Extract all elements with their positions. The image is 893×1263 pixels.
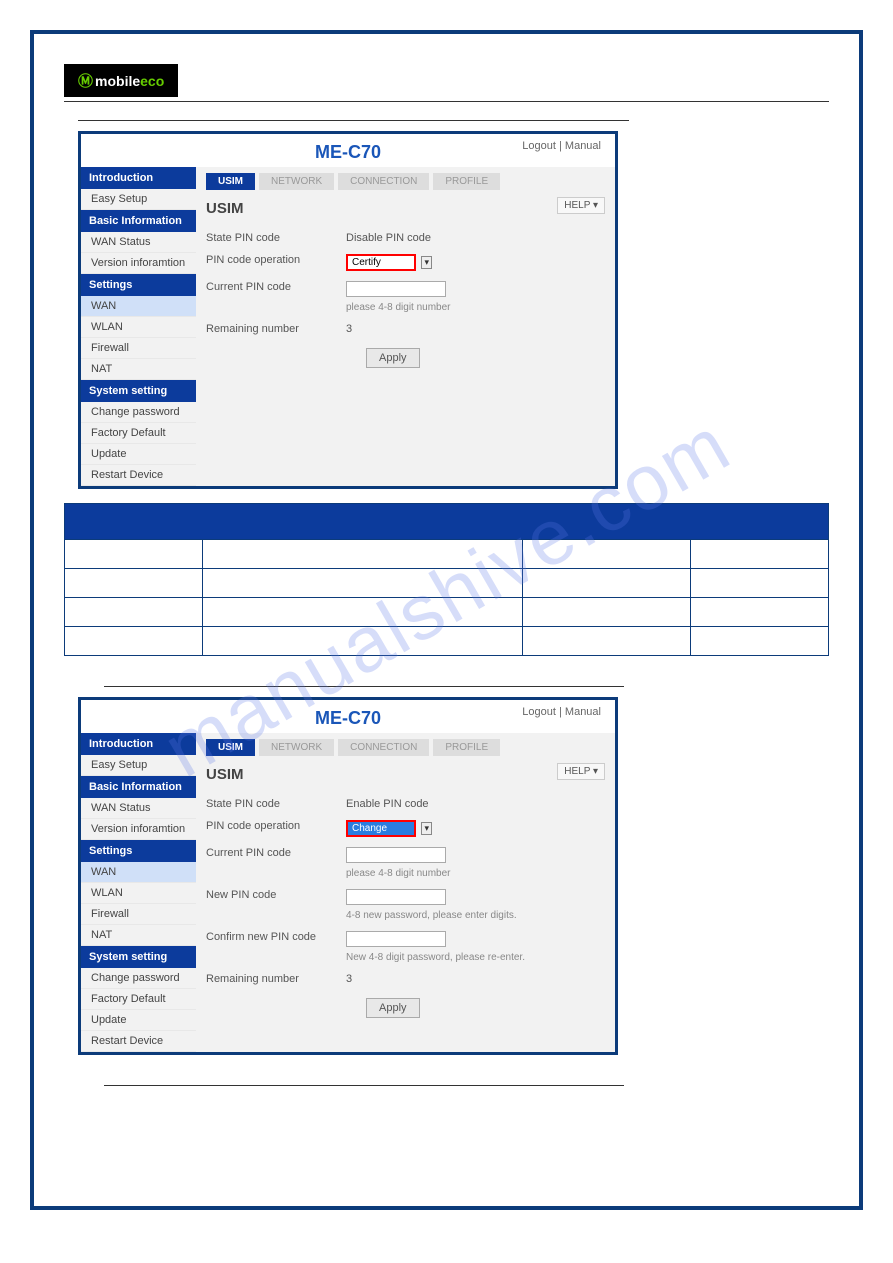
- sidebar-item-easy-setup[interactable]: Easy Setup: [81, 755, 196, 776]
- current-pin-input[interactable]: [346, 281, 446, 297]
- chevron-down-icon[interactable]: ▾: [421, 256, 432, 269]
- confirm-pin-label: Confirm new PIN code: [206, 931, 346, 943]
- pin-op-label: PIN code operation: [206, 820, 346, 832]
- header-links[interactable]: Logout | Manual: [522, 140, 601, 152]
- divider: [64, 101, 829, 102]
- info-table: [64, 503, 829, 656]
- sidebar-item-update[interactable]: Update: [81, 1010, 196, 1031]
- sidebar-item-wan[interactable]: WAN: [81, 296, 196, 317]
- apply-button[interactable]: Apply: [366, 998, 420, 1018]
- sidebar: Introduction Easy Setup Basic Informatio…: [81, 733, 196, 1052]
- apply-button[interactable]: Apply: [366, 348, 420, 368]
- sidebar-head-system[interactable]: System setting: [81, 380, 196, 402]
- confirm-pin-input[interactable]: [346, 931, 446, 947]
- sidebar-item-restart[interactable]: Restart Device: [81, 465, 196, 486]
- tab-profile[interactable]: PROFILE: [433, 739, 500, 756]
- sidebar-head-settings[interactable]: Settings: [81, 840, 196, 862]
- confirm-pin-note: New 4-8 digit password, please re-enter.: [346, 952, 525, 963]
- divider: [104, 1085, 624, 1086]
- chevron-down-icon[interactable]: ▾: [421, 822, 432, 835]
- tab-usim[interactable]: USIM: [206, 173, 255, 190]
- sidebar-item-nat[interactable]: NAT: [81, 925, 196, 946]
- remaining-value: 3: [346, 973, 352, 985]
- sidebar-item-firewall[interactable]: Firewall: [81, 904, 196, 925]
- sidebar-head-system[interactable]: System setting: [81, 946, 196, 968]
- sidebar-item-wan-status[interactable]: WAN Status: [81, 798, 196, 819]
- state-pin-label: State PIN code: [206, 798, 346, 810]
- sidebar-item-restart[interactable]: Restart Device: [81, 1031, 196, 1052]
- sidebar-head-introduction[interactable]: Introduction: [81, 167, 196, 189]
- sidebar-item-firewall[interactable]: Firewall: [81, 338, 196, 359]
- sidebar-item-nat[interactable]: NAT: [81, 359, 196, 380]
- divider: [78, 120, 629, 121]
- current-pin-label: Current PIN code: [206, 847, 346, 859]
- current-pin-label: Current PIN code: [206, 281, 346, 293]
- sidebar-item-wan[interactable]: WAN: [81, 862, 196, 883]
- sidebar: Introduction Easy Setup Basic Informatio…: [81, 167, 196, 486]
- sidebar-head-settings[interactable]: Settings: [81, 274, 196, 296]
- sidebar-item-change-password[interactable]: Change password: [81, 402, 196, 423]
- remaining-label: Remaining number: [206, 323, 346, 335]
- sidebar-head-introduction[interactable]: Introduction: [81, 733, 196, 755]
- state-pin-value: Disable PIN code: [346, 232, 431, 244]
- remaining-value: 3: [346, 323, 352, 335]
- sidebar-item-factory-default[interactable]: Factory Default: [81, 989, 196, 1010]
- pin-op-label: PIN code operation: [206, 254, 346, 266]
- sidebar-item-version[interactable]: Version inforamtion: [81, 819, 196, 840]
- content-title: USIM: [206, 762, 605, 793]
- brand-prefix: mobile: [95, 73, 140, 89]
- screenshot-usim-certify: ME-C70 Logout | Manual Introduction Easy…: [78, 131, 618, 489]
- remaining-label: Remaining number: [206, 973, 346, 985]
- sidebar-item-change-password[interactable]: Change password: [81, 968, 196, 989]
- pin-op-select[interactable]: Change▾: [346, 820, 416, 837]
- screenshot-usim-change: ME-C70 Logout | Manual Introduction Easy…: [78, 697, 618, 1055]
- new-pin-label: New PIN code: [206, 889, 346, 901]
- sidebar-head-basic-info[interactable]: Basic Information: [81, 776, 196, 798]
- sidebar-item-factory-default[interactable]: Factory Default: [81, 423, 196, 444]
- sidebar-item-wlan[interactable]: WLAN: [81, 883, 196, 904]
- sidebar-item-wlan[interactable]: WLAN: [81, 317, 196, 338]
- tab-profile[interactable]: PROFILE: [433, 173, 500, 190]
- device-title: ME-C70: [315, 708, 381, 728]
- new-pin-input[interactable]: [346, 889, 446, 905]
- sidebar-item-wan-status[interactable]: WAN Status: [81, 232, 196, 253]
- table-header: [65, 504, 829, 540]
- state-pin-value: Enable PIN code: [346, 798, 429, 810]
- new-pin-note: 4-8 new password, please enter digits.: [346, 910, 517, 921]
- tab-usim[interactable]: USIM: [206, 739, 255, 756]
- brand-suffix: eco: [140, 73, 164, 89]
- sidebar-item-update[interactable]: Update: [81, 444, 196, 465]
- brand-logo: Ⓜmobileeco: [64, 64, 178, 97]
- pin-op-select[interactable]: Certify▾: [346, 254, 416, 271]
- tab-connection[interactable]: CONNECTION: [338, 173, 429, 190]
- tab-network[interactable]: NETWORK: [259, 173, 334, 190]
- content-title: USIM: [206, 196, 605, 227]
- logo-icon: Ⓜ: [78, 73, 93, 90]
- divider: [104, 686, 624, 687]
- current-pin-note: please 4-8 digit number: [346, 868, 451, 879]
- device-title: ME-C70: [315, 142, 381, 162]
- current-pin-note: please 4-8 digit number: [346, 302, 451, 313]
- help-button[interactable]: HELP ▾: [557, 763, 605, 780]
- state-pin-label: State PIN code: [206, 232, 346, 244]
- help-button[interactable]: HELP ▾: [557, 197, 605, 214]
- header-links[interactable]: Logout | Manual: [522, 706, 601, 718]
- current-pin-input[interactable]: [346, 847, 446, 863]
- sidebar-item-easy-setup[interactable]: Easy Setup: [81, 189, 196, 210]
- tab-network[interactable]: NETWORK: [259, 739, 334, 756]
- sidebar-item-version[interactable]: Version inforamtion: [81, 253, 196, 274]
- tab-connection[interactable]: CONNECTION: [338, 739, 429, 756]
- sidebar-head-basic-info[interactable]: Basic Information: [81, 210, 196, 232]
